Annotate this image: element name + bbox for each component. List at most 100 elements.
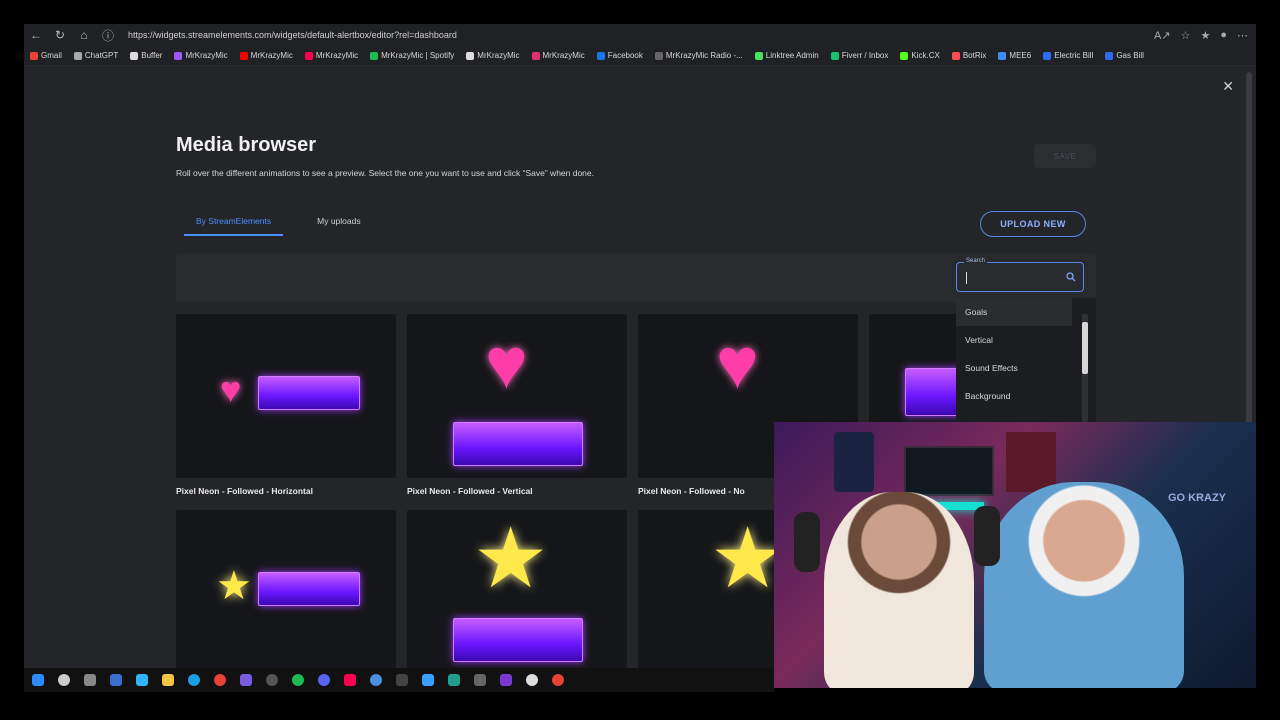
url-text[interactable]: https://widgets.streamelements.com/widge… (128, 30, 457, 40)
bookmark-item[interactable]: MrKrazyMic (239, 51, 293, 60)
search-icon[interactable] (58, 674, 70, 686)
save-button[interactable]: SAVE (1034, 144, 1096, 168)
address-bar[interactable]: ← ↻ ⌂ ⓘ https://widgets.streamelements.c… (24, 24, 1256, 46)
bookmark-favicon-icon (370, 51, 379, 60)
reload-icon[interactable]: ↻ (48, 28, 72, 42)
bookmark-item[interactable]: Linktree Admin (754, 51, 819, 60)
media-thumbnail[interactable]: ♥ (407, 314, 627, 478)
bookmark-favicon-icon (1105, 51, 1114, 60)
app-icon[interactable] (136, 674, 148, 686)
bookmark-item[interactable]: Electric Bill (1043, 51, 1093, 60)
suggestion-background[interactable]: Background (956, 382, 1072, 410)
app-icon[interactable] (370, 674, 382, 686)
background-guitar-wall (1006, 432, 1056, 492)
bookmark-label: ChatGPT (84, 51, 119, 60)
search-input[interactable] (956, 262, 1084, 292)
media-thumbnail[interactable]: ★ (176, 510, 396, 674)
dropdown-scroll-thumb[interactable] (1082, 322, 1088, 374)
more-menu-icon[interactable]: ⋯ (1237, 29, 1248, 42)
media-card[interactable]: ♥ Pixel Neon - Followed - Vertical (407, 314, 627, 496)
media-card-label: Pixel Neon - Followed - Vertical (407, 486, 533, 496)
app-icon[interactable] (448, 674, 460, 686)
media-card[interactable]: ♥ Pixel Neon - Followed - Horizontal (176, 314, 396, 496)
bookmark-label: MrKrazyMic Radio -... (665, 51, 743, 60)
media-card[interactable]: ★ (407, 510, 627, 674)
dropdown-scrollbar[interactable] (1082, 314, 1088, 422)
media-card-label: Pixel Neon - Followed - Horizontal (176, 486, 313, 496)
bookmark-favicon-icon (239, 51, 248, 60)
tab-by-streamelements[interactable]: By StreamElements (184, 216, 284, 236)
bookmark-label: MEE6 (1009, 51, 1032, 60)
search-label: Search (964, 258, 988, 264)
suggestion-sound-effects[interactable]: Sound Effects (956, 354, 1072, 382)
app-icon[interactable] (422, 674, 434, 686)
bookmark-label: MrKrazyMic (250, 51, 293, 60)
search-suggestions-dropdown: Goals Vertical Sound Effects Background (956, 298, 1096, 422)
bookmark-label: MrKrazyMic (315, 51, 359, 60)
bookmark-item[interactable]: MrKrazyMic Radio -... (654, 51, 743, 60)
favorite-star-icon[interactable]: ☆ (1181, 29, 1191, 42)
bookmark-favicon-icon (73, 51, 82, 60)
bookmark-label: MrKrazyMic (542, 51, 585, 60)
bookmark-item[interactable]: Kick.CX (900, 51, 940, 60)
bookmark-item[interactable]: MrKrazyMic | Spotify (370, 51, 454, 60)
heart-graphic: ♥ (220, 369, 242, 410)
back-icon[interactable]: ← (24, 28, 48, 42)
suggestion-vertical[interactable]: Vertical (956, 326, 1072, 354)
close-icon[interactable]: ✕ (1222, 78, 1234, 95)
file-explorer-icon[interactable] (162, 674, 174, 686)
bookmark-favicon-icon (130, 51, 139, 60)
media-player-icon[interactable] (526, 674, 538, 686)
bookmark-item[interactable]: MrKrazyMic (174, 51, 228, 60)
bookmark-item[interactable]: Fiverr / Inbox (830, 51, 889, 60)
app-icon[interactable] (396, 674, 408, 686)
start-icon[interactable] (32, 674, 44, 686)
obs-icon[interactable] (266, 674, 278, 686)
task-view-icon[interactable] (84, 674, 96, 686)
search-icon[interactable] (1066, 272, 1076, 282)
bookmark-item[interactable]: MEE6 (998, 51, 1031, 60)
upload-new-button[interactable]: UPLOAD NEW (980, 211, 1086, 237)
edge-icon[interactable] (188, 674, 200, 686)
chrome-icon[interactable] (552, 674, 564, 686)
suggestion-goals[interactable]: Goals (956, 298, 1072, 326)
profile-icon[interactable]: ● (1220, 29, 1227, 42)
bookmark-favicon-icon (1043, 51, 1052, 60)
chrome-icon[interactable] (214, 674, 226, 686)
bookmark-item[interactable]: MrKrazyMic (531, 51, 585, 60)
background-tv (904, 446, 994, 496)
bookmark-item[interactable]: Facebook (596, 51, 643, 60)
bookmark-item[interactable]: ChatGPT (73, 51, 119, 60)
media-card[interactable]: ★ (176, 510, 396, 674)
bookmark-label: Fiverr / Inbox (841, 51, 889, 60)
bookmark-item[interactable]: BotRix (951, 51, 987, 60)
bookmark-favicon-icon (654, 51, 663, 60)
read-aloud-icon[interactable]: A↗ (1154, 29, 1171, 42)
bookmark-item[interactable]: Gmail (30, 51, 62, 60)
app-icon[interactable] (500, 674, 512, 686)
app-icon[interactable] (110, 674, 122, 686)
spotify-icon[interactable] (292, 674, 304, 686)
bookmark-item[interactable]: Gas Bill (1105, 51, 1144, 60)
bookmark-item[interactable]: MrKrazyMic (304, 51, 359, 60)
site-info-icon[interactable]: ⓘ (96, 27, 120, 44)
home-icon[interactable]: ⌂ (72, 28, 96, 42)
tab-my-uploads[interactable]: My uploads (305, 216, 372, 236)
bookmark-label: Linktree Admin (765, 51, 819, 60)
bookmark-item[interactable]: Buffer (130, 51, 162, 60)
bookmark-item[interactable]: MrKrazyMic (466, 51, 520, 60)
app-icon[interactable] (240, 674, 252, 686)
bookmark-label: BotRix (962, 51, 987, 60)
bookmark-label: Gmail (41, 51, 62, 60)
app-icon[interactable] (474, 674, 486, 686)
microphone-left (794, 512, 820, 572)
media-thumbnail[interactable]: ★ (407, 510, 627, 674)
bookmark-label: Facebook (607, 51, 643, 60)
person-right (984, 482, 1184, 688)
neon-bar-graphic (453, 618, 583, 662)
bookmark-favicon-icon (951, 51, 960, 60)
favorites-icon[interactable]: ★ (1200, 29, 1210, 42)
tiktok-icon[interactable] (344, 674, 356, 686)
media-thumbnail[interactable]: ♥ (176, 314, 396, 478)
discord-icon[interactable] (318, 674, 330, 686)
